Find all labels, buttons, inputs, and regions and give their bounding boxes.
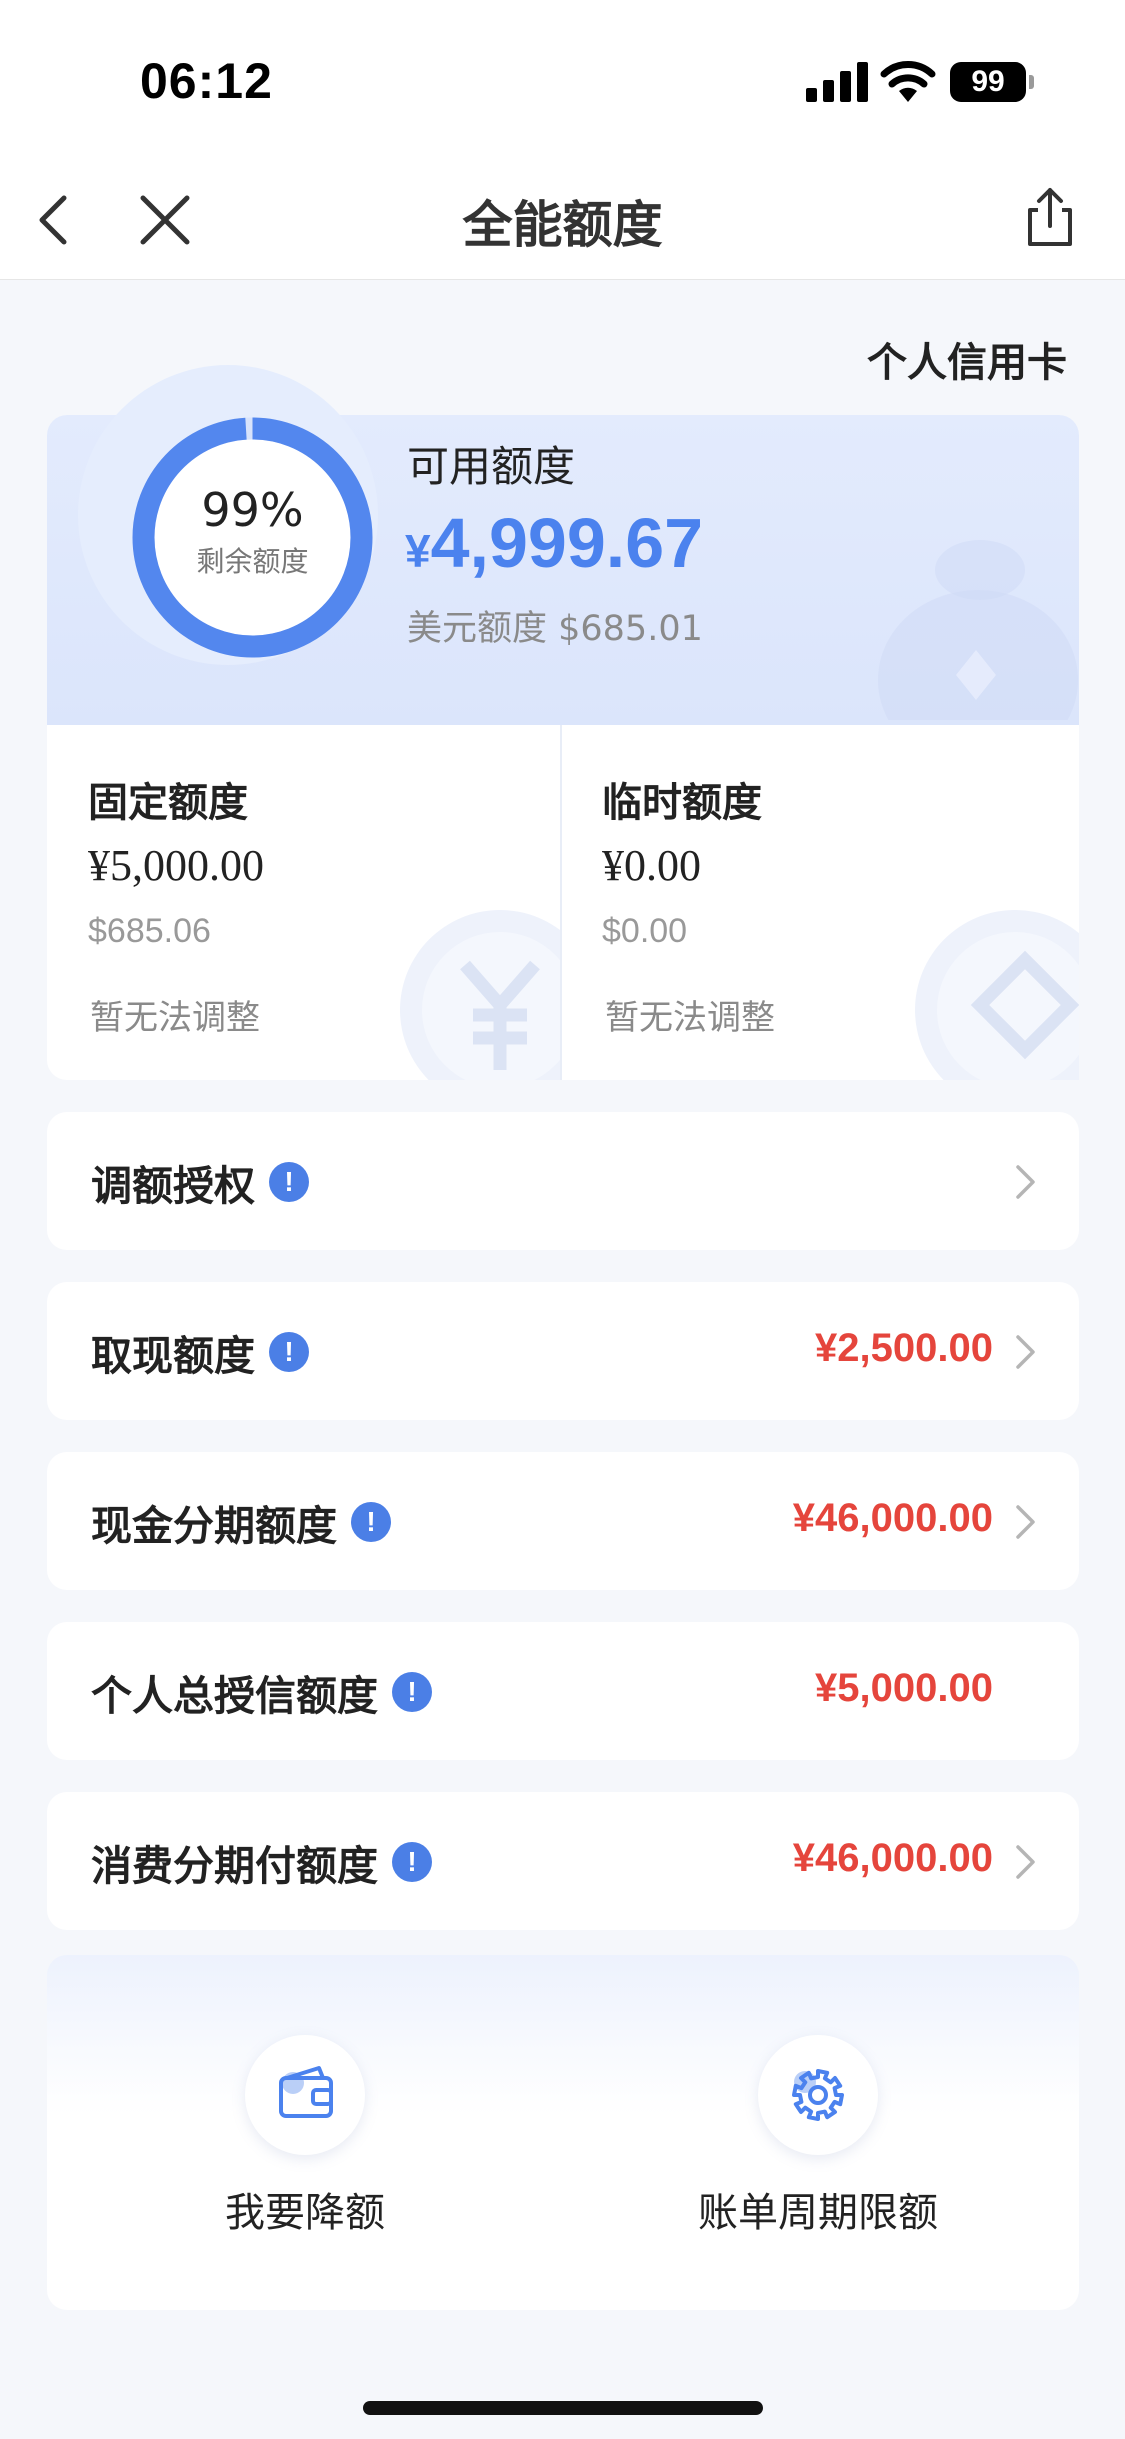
- fixed-limit-note: 暂无法调整: [90, 998, 260, 1038]
- wifi-icon: [880, 61, 936, 102]
- available-value: 4,999.67: [430, 504, 704, 582]
- row-label: 消费分期付额度!: [91, 1832, 432, 1892]
- chevron-right-icon: [1016, 1505, 1035, 1539]
- chevron-right-icon: [1016, 1335, 1035, 1369]
- share-icon[interactable]: [1020, 186, 1080, 248]
- gear-icon: [792, 2069, 844, 2121]
- row-value: ¥5,000.00: [815, 1666, 993, 1710]
- wallet-icon: [279, 2066, 333, 2118]
- chevron-right-icon: [1016, 1845, 1035, 1879]
- row-label-text: 调额授权: [91, 1162, 255, 1210]
- card-type-label: 个人信用卡: [867, 340, 1067, 386]
- fixed-limit-title: 固定额度: [88, 780, 248, 826]
- info-icon[interactable]: !: [269, 1332, 309, 1372]
- row-label: 取现额度!: [91, 1322, 309, 1382]
- info-icon[interactable]: !: [269, 1162, 309, 1202]
- row-label-text: 个人总授信额度: [91, 1672, 378, 1720]
- available-amount: ¥4,999.67: [405, 503, 703, 583]
- row-total-credit-limit: 个人总授信额度! ¥5,000.00: [47, 1622, 1079, 1760]
- card-divider: [560, 725, 562, 1080]
- info-icon[interactable]: !: [392, 1672, 432, 1712]
- temp-limit-note: 暂无法调整: [605, 998, 775, 1038]
- row-value: ¥46,000.00: [792, 1496, 993, 1540]
- reduce-limit-button[interactable]: [245, 2035, 365, 2155]
- info-icon[interactable]: !: [351, 1502, 391, 1542]
- remaining-ring-chart: [132, 417, 373, 658]
- yen-coin-icon: [400, 910, 560, 1080]
- temp-limit-amount: ¥0.00: [602, 841, 701, 890]
- battery-icon: 99: [950, 62, 1026, 102]
- row-label-text: 现金分期额度: [91, 1502, 337, 1550]
- status-bar: 06:12 99: [0, 0, 1125, 150]
- currency-symbol: ¥: [405, 525, 431, 577]
- remaining-percent: 99%: [201, 483, 304, 537]
- billing-cycle-limit-button[interactable]: [758, 2035, 878, 2155]
- row-value: ¥46,000.00: [792, 1836, 993, 1880]
- status-time: 06:12: [140, 53, 273, 109]
- row-limit-authorization[interactable]: 调额授权!: [47, 1112, 1079, 1250]
- billing-cycle-limit-label[interactable]: 账单周期限额: [618, 2180, 1018, 2238]
- row-value: ¥2,500.00: [815, 1326, 993, 1370]
- fixed-limit-usd: $685.06: [88, 912, 211, 950]
- row-consumer-installment-limit[interactable]: 消费分期付额度! ¥46,000.00: [47, 1792, 1079, 1930]
- remaining-label: 剩余额度: [196, 545, 309, 578]
- battery-cap: [1029, 75, 1034, 89]
- nav-bar: 全能额度: [0, 150, 1125, 280]
- page-title: 全能额度: [462, 196, 663, 254]
- info-icon[interactable]: !: [392, 1842, 432, 1882]
- temp-limit-usd: $0.00: [602, 912, 688, 950]
- usd-limit: 美元额度 $685.01: [407, 609, 703, 649]
- chevron-right-icon: [1016, 1165, 1035, 1199]
- reduce-limit-label[interactable]: 我要降额: [105, 2180, 505, 2238]
- money-bag-icon: [878, 540, 1078, 720]
- row-label: 现金分期额度!: [91, 1492, 391, 1552]
- actions-panel: [47, 1955, 1079, 2310]
- row-cash-installment-limit[interactable]: 现金分期额度! ¥46,000.00: [47, 1452, 1079, 1590]
- home-indicator: [363, 2401, 763, 2415]
- fixed-limit-amount: ¥5,000.00: [88, 841, 264, 890]
- row-label-text: 取现额度: [91, 1332, 255, 1380]
- diamond-coin-icon: [915, 910, 1079, 1080]
- row-label: 个人总授信额度!: [91, 1662, 432, 1722]
- row-label: 调额授权!: [91, 1152, 309, 1212]
- temp-limit-title: 临时额度: [602, 780, 762, 826]
- cellular-signal-icon: [806, 62, 868, 102]
- available-label: 可用额度: [407, 442, 576, 491]
- row-cash-advance-limit[interactable]: 取现额度! ¥2,500.00: [47, 1282, 1079, 1420]
- row-label-text: 消费分期付额度: [91, 1842, 378, 1890]
